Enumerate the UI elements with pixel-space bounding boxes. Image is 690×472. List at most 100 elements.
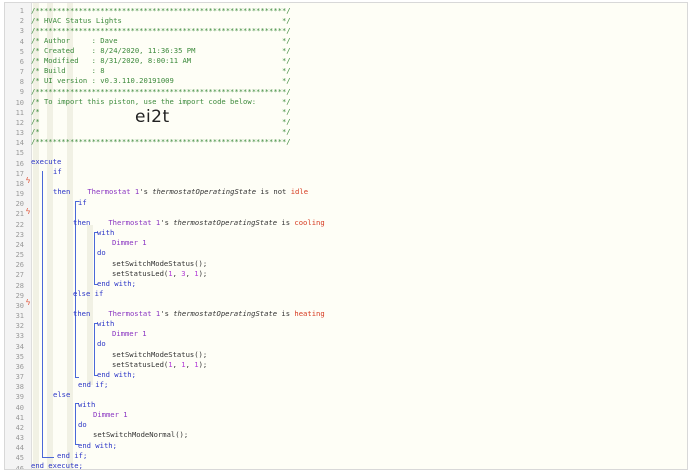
possessive: 's: [160, 309, 169, 319]
comment-line: /* To import this piston, use the import…: [31, 97, 291, 106]
end-execute-keyword: end execute;: [31, 461, 83, 470]
if-block-guide: [42, 171, 43, 457]
with-guide-3: [75, 403, 76, 444]
device-name: Thermostat 1: [108, 218, 161, 228]
comment-line: /***************************************…: [31, 87, 291, 96]
line-number: 19: [15, 190, 24, 199]
else-if-keyword: else if: [73, 289, 104, 298]
attribute-name: thermostatOperatingState: [173, 309, 278, 319]
line-number: 38: [15, 383, 24, 392]
comment-line: /***************************************…: [31, 26, 291, 35]
line-number: 18: [15, 179, 24, 188]
comment-line: /* Modified : 8/31/2020, 8:00:11 AM */: [31, 56, 291, 65]
line-number: 5: [19, 47, 24, 56]
line-number: 42: [15, 423, 24, 432]
end-with-keyword: end with;: [97, 370, 136, 379]
device-name[interactable]: Dimmer 1: [112, 329, 147, 339]
else-keyword: else: [53, 390, 71, 399]
line-number: 14: [15, 139, 24, 148]
line-number: 23: [15, 230, 24, 239]
line-number: 20: [15, 200, 24, 209]
with-keyword: with: [97, 319, 115, 328]
line-number: 17: [15, 169, 24, 178]
condition-line[interactable]: Thermostat 1's thermostatOperatingState …: [91, 208, 324, 227]
if-keyword: if: [78, 198, 87, 207]
condition-line[interactable]: Thermostat 1's thermostatOperatingState …: [91, 299, 324, 318]
command-line[interactable]: setSwitchModeNormal();: [93, 430, 188, 440]
condition-marker-icon[interactable]: ϟ: [25, 298, 31, 308]
end-if-keyword: end if;: [57, 451, 88, 460]
command-line[interactable]: setStatusLed(1, 1, 1);: [112, 360, 207, 370]
line-number: 28: [15, 281, 24, 290]
command-line[interactable]: setSwitchModeStatus();: [112, 259, 207, 269]
line-number: 8: [19, 78, 24, 87]
line-number: 36: [15, 362, 24, 371]
line-number: 1: [19, 7, 24, 15]
command-suffix: );: [198, 269, 208, 278]
condition-line[interactable]: Thermostat 1's thermostatOperatingState …: [70, 177, 308, 196]
line-number: 34: [15, 342, 24, 351]
command-line[interactable]: setSwitchModeStatus();: [112, 350, 207, 360]
line-number: 35: [15, 352, 24, 361]
line-number: 6: [19, 57, 24, 66]
operator: is: [281, 218, 291, 228]
line-number: 24: [15, 240, 24, 249]
device-name: Thermostat 1: [87, 187, 140, 197]
line-number: 37: [15, 373, 24, 382]
with-guide-1: [94, 232, 95, 284]
line-number: 3: [19, 27, 24, 36]
condition-marker-icon[interactable]: ϟ: [25, 176, 31, 186]
line-number: 25: [15, 251, 24, 260]
with-keyword: with: [78, 400, 96, 409]
import-code[interactable]: ei2t: [135, 107, 170, 127]
line-number: 4: [19, 37, 24, 46]
command-name: setStatusLed(: [112, 360, 169, 369]
with-keyword: with: [97, 228, 115, 237]
device-name[interactable]: Dimmer 1: [93, 410, 128, 420]
do-keyword: do: [97, 339, 106, 348]
condition-marker-icon[interactable]: ϟ: [25, 207, 31, 217]
line-number: 10: [15, 98, 24, 107]
if-keyword: if: [53, 167, 62, 176]
then-keyword: then: [73, 309, 91, 318]
operator: is: [281, 309, 291, 319]
line-number: 45: [15, 454, 24, 463]
comment-line: /* UI version : v0.3.110.20191009 */: [31, 76, 291, 85]
line-number: 26: [15, 261, 24, 270]
then-keyword: then: [53, 187, 71, 196]
end-with-keyword: end with;: [78, 441, 117, 450]
command-line[interactable]: setStatusLed(1, 3, 1);: [112, 269, 207, 279]
line-number: 29: [15, 291, 24, 300]
line-number: 43: [15, 434, 24, 443]
with-guide-2: [94, 323, 95, 375]
line-number: 15: [15, 149, 24, 158]
line-number: 16: [15, 159, 24, 168]
end-with-keyword: end with;: [97, 279, 136, 288]
possessive: 's: [139, 187, 148, 197]
comment-line: /***************************************…: [31, 137, 291, 146]
do-keyword: do: [97, 248, 106, 257]
execute-keyword: execute: [31, 157, 62, 166]
device-name[interactable]: Dimmer 1: [112, 238, 147, 248]
do-keyword: do: [78, 420, 87, 429]
line-number: 46: [15, 464, 24, 470]
line-number: 13: [15, 129, 24, 138]
line-number: 31: [15, 312, 24, 321]
line-number: 21: [15, 210, 24, 219]
line-number: 27: [15, 271, 24, 280]
attribute-name: thermostatOperatingState: [173, 218, 278, 228]
line-number: 22: [15, 220, 24, 229]
condition-value: cooling: [294, 218, 325, 228]
command-name: setStatusLed(: [112, 269, 169, 278]
line-number: 32: [15, 322, 24, 331]
attribute-name: thermostatOperatingState: [152, 187, 257, 197]
comment-line: /* Created : 8/24/2020, 11:36:35 PM */: [31, 46, 291, 55]
device-name: Thermostat 1: [108, 309, 161, 319]
command-suffix: );: [198, 360, 208, 369]
comment-line: /***************************************…: [31, 6, 291, 15]
code-editor[interactable]: 1 2 3 4 5 6 7 8 9 10 11 12 13 14 15 16 17 18 19 20 21 22 23 24 2…: [4, 2, 688, 470]
line-number: 39: [15, 393, 24, 402]
nested-if-guide-end: [75, 377, 79, 378]
then-keyword: then: [73, 218, 91, 227]
condition-value: heating: [294, 309, 325, 319]
